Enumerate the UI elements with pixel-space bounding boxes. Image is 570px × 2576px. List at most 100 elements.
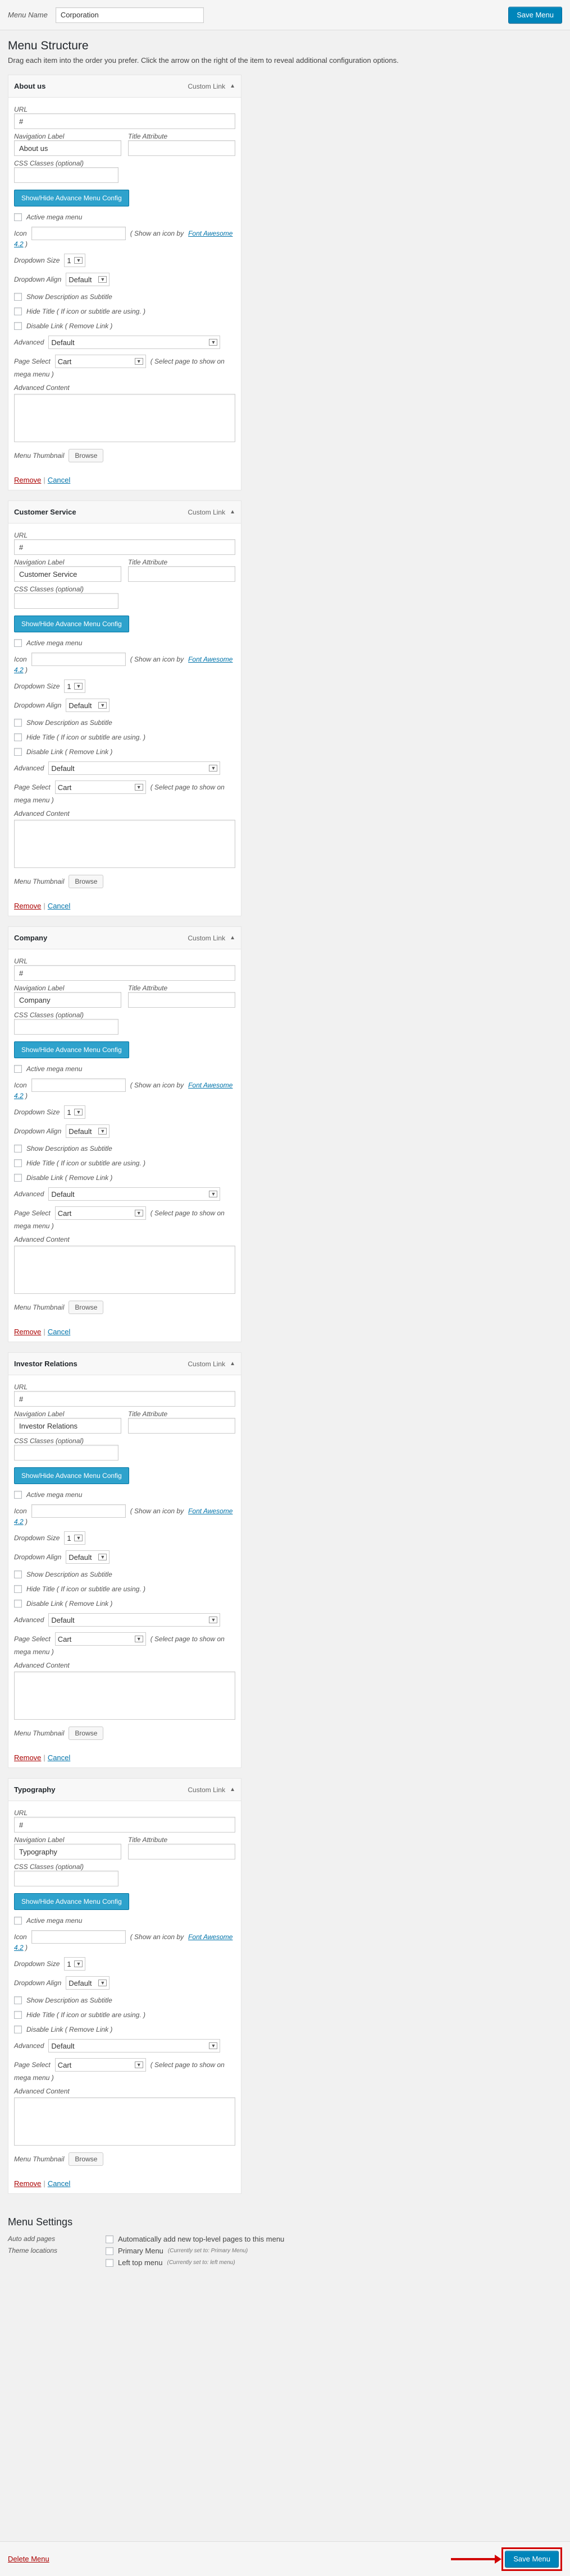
disable-link-checkbox[interactable]	[14, 2026, 22, 2033]
advanced-select[interactable]: Default ▼	[48, 2039, 221, 2052]
title-attribute-input[interactable]	[128, 566, 235, 582]
cancel-link[interactable]: Cancel	[48, 1328, 70, 1336]
advanced-content-textarea[interactable]	[14, 394, 235, 442]
nav-label-input[interactable]	[14, 1418, 121, 1434]
url-input[interactable]	[14, 965, 235, 981]
mega-menu-checkbox[interactable]	[14, 213, 22, 221]
toggle-advance-config-button[interactable]: Show/Hide Advance Menu Config	[14, 1041, 129, 1058]
browse-button[interactable]: Browse	[69, 875, 104, 888]
toggle-advance-config-button[interactable]: Show/Hide Advance Menu Config	[14, 1893, 129, 1910]
cancel-link[interactable]: Cancel	[48, 1753, 70, 1762]
title-attribute-input[interactable]	[128, 1844, 235, 1859]
dropdown-size-select[interactable]: 1 ▼	[64, 1105, 86, 1119]
dropdown-size-select[interactable]: 1 ▼	[64, 254, 86, 267]
expand-arrow-icon[interactable]: ▲	[230, 83, 235, 89]
remove-link[interactable]: Remove	[14, 476, 41, 484]
icon-input[interactable]	[31, 653, 126, 666]
font-awesome-link[interactable]: Font Awesome	[188, 1933, 232, 1941]
dropdown-align-select[interactable]: Default ▼	[66, 1124, 110, 1138]
title-attribute-input[interactable]	[128, 992, 235, 1008]
hide-title-checkbox[interactable]	[14, 2011, 22, 2019]
delete-menu-link[interactable]: Delete Menu	[8, 2555, 49, 2563]
dropdown-align-select[interactable]: Default ▼	[66, 273, 110, 286]
show-description-checkbox[interactable]	[14, 1145, 22, 1152]
font-awesome-link[interactable]: Font Awesome	[188, 1081, 232, 1089]
icon-input[interactable]	[31, 1930, 126, 1944]
remove-link[interactable]: Remove	[14, 902, 41, 910]
nav-label-input[interactable]	[14, 566, 121, 582]
nav-label-input[interactable]	[14, 140, 121, 156]
disable-link-checkbox[interactable]	[14, 1174, 22, 1182]
font-awesome-version-link[interactable]: 4.2	[14, 666, 24, 674]
page-select-dropdown[interactable]: Cart ▼	[54, 780, 146, 794]
menu-item-handle[interactable]: Typography Custom Link ▲	[8, 1779, 241, 1801]
auto-add-checkbox[interactable]	[106, 2235, 113, 2243]
icon-input[interactable]	[31, 1078, 126, 1092]
advanced-content-textarea[interactable]	[14, 1246, 235, 1294]
browse-button[interactable]: Browse	[69, 2152, 104, 2166]
mega-menu-checkbox[interactable]	[14, 1491, 22, 1499]
remove-link[interactable]: Remove	[14, 2179, 41, 2188]
menu-item-handle[interactable]: About us Custom Link ▲	[8, 75, 241, 98]
font-awesome-version-link[interactable]: 4.2	[14, 240, 24, 248]
css-classes-input[interactable]	[14, 593, 118, 609]
disable-link-checkbox[interactable]	[14, 322, 22, 330]
browse-button[interactable]: Browse	[69, 1726, 104, 1740]
advanced-select[interactable]: Default ▼	[48, 336, 221, 349]
font-awesome-version-link[interactable]: 4.2	[14, 1518, 24, 1526]
dropdown-size-select[interactable]: 1 ▼	[64, 1531, 86, 1545]
hide-title-checkbox[interactable]	[14, 1159, 22, 1167]
url-input[interactable]	[14, 539, 235, 555]
save-menu-button-top[interactable]: Save Menu	[508, 6, 562, 24]
url-input[interactable]	[14, 1391, 235, 1407]
css-classes-input[interactable]	[14, 1019, 118, 1035]
css-classes-input[interactable]	[14, 1871, 118, 1886]
show-description-checkbox[interactable]	[14, 1996, 22, 2004]
title-attribute-input[interactable]	[128, 140, 235, 156]
save-menu-button-bottom[interactable]: Save Menu	[505, 2550, 559, 2568]
expand-arrow-icon[interactable]: ▲	[230, 509, 235, 515]
browse-button[interactable]: Browse	[69, 1301, 104, 1314]
show-description-checkbox[interactable]	[14, 1571, 22, 1578]
font-awesome-version-link[interactable]: 4.2	[14, 1092, 24, 1100]
font-awesome-link[interactable]: Font Awesome	[188, 655, 232, 663]
nav-label-input[interactable]	[14, 992, 121, 1008]
dropdown-align-select[interactable]: Default ▼	[66, 699, 110, 712]
advanced-content-textarea[interactable]	[14, 2097, 235, 2146]
page-select-dropdown[interactable]: Cart ▼	[54, 355, 146, 368]
advanced-content-textarea[interactable]	[14, 820, 235, 868]
url-input[interactable]	[14, 1817, 235, 1833]
hide-title-checkbox[interactable]	[14, 733, 22, 741]
font-awesome-version-link[interactable]: 4.2	[14, 1944, 24, 1951]
font-awesome-link[interactable]: Font Awesome	[188, 1507, 232, 1515]
expand-arrow-icon[interactable]: ▲	[230, 1787, 235, 1793]
page-select-dropdown[interactable]: Cart ▼	[54, 1632, 146, 1646]
cancel-link[interactable]: Cancel	[48, 902, 70, 910]
disable-link-checkbox[interactable]	[14, 748, 22, 756]
font-awesome-link[interactable]: Font Awesome	[188, 229, 232, 237]
cancel-link[interactable]: Cancel	[48, 476, 70, 484]
nav-label-input[interactable]	[14, 1844, 121, 1859]
page-select-dropdown[interactable]: Cart ▼	[54, 1206, 146, 1220]
menu-item-handle[interactable]: Customer Service Custom Link ▲	[8, 501, 241, 524]
advanced-select[interactable]: Default ▼	[48, 1613, 221, 1627]
css-classes-input[interactable]	[14, 167, 118, 183]
toggle-advance-config-button[interactable]: Show/Hide Advance Menu Config	[14, 190, 129, 206]
mega-menu-checkbox[interactable]	[14, 639, 22, 647]
advanced-select[interactable]: Default ▼	[48, 1187, 221, 1201]
show-description-checkbox[interactable]	[14, 719, 22, 727]
top-menu-checkbox[interactable]	[106, 2258, 113, 2267]
title-attribute-input[interactable]	[128, 1418, 235, 1434]
icon-input[interactable]	[31, 1504, 126, 1518]
primary-menu-checkbox[interactable]	[106, 2247, 113, 2255]
expand-arrow-icon[interactable]: ▲	[230, 1361, 235, 1367]
mega-menu-checkbox[interactable]	[14, 1917, 22, 1925]
toggle-advance-config-button[interactable]: Show/Hide Advance Menu Config	[14, 616, 129, 632]
dropdown-size-select[interactable]: 1 ▼	[64, 679, 86, 693]
url-input[interactable]	[14, 113, 235, 129]
dropdown-size-select[interactable]: 1 ▼	[64, 1957, 86, 1971]
dropdown-align-select[interactable]: Default ▼	[66, 1550, 110, 1564]
page-select-dropdown[interactable]: Cart ▼	[54, 2058, 146, 2072]
remove-link[interactable]: Remove	[14, 1328, 41, 1336]
css-classes-input[interactable]	[14, 1445, 118, 1461]
